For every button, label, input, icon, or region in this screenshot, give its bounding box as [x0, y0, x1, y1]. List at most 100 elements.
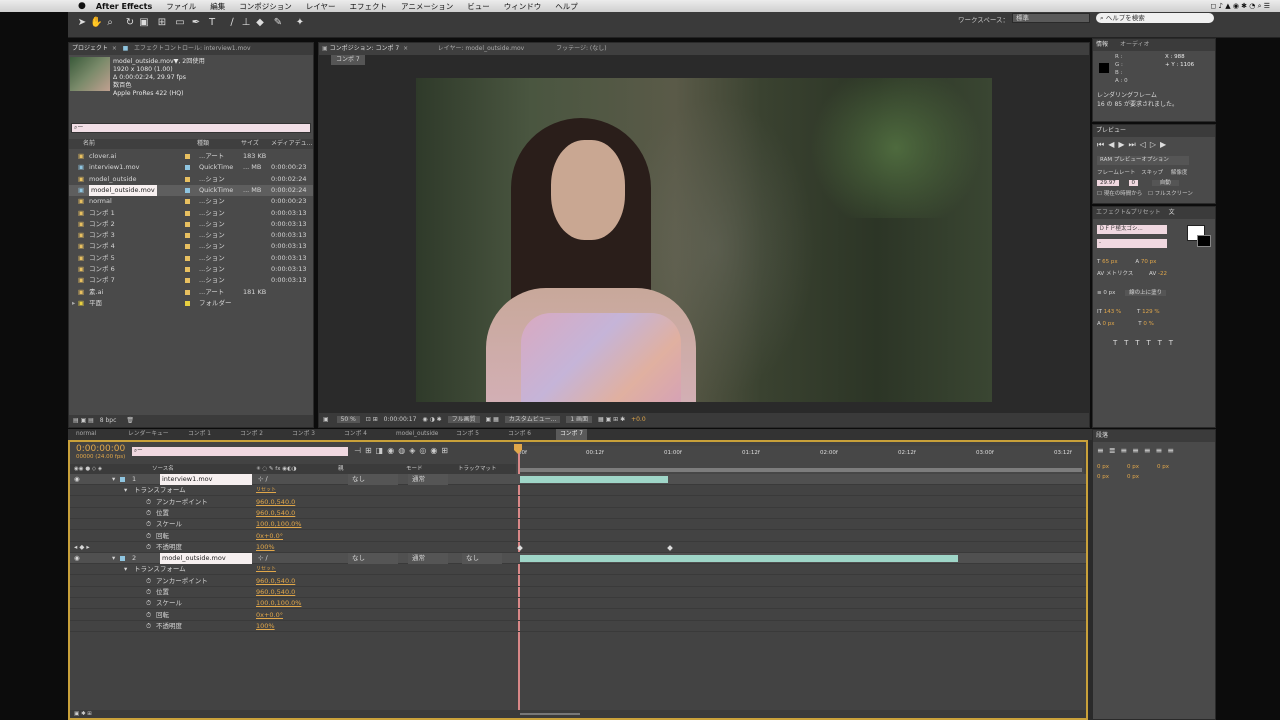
stopwatch-icon[interactable]: ⏱: [146, 542, 151, 553]
view-select[interactable]: カスタムビュー...: [504, 416, 561, 423]
label-color-swatch[interactable]: [185, 244, 190, 250]
menu-animation[interactable]: アニメーション: [401, 1, 453, 12]
layer-trackmatte[interactable]: なし: [462, 553, 502, 565]
project-item[interactable]: ▣ コンポ 7 ...ション 0:00:03:13: [69, 275, 313, 286]
indent-left[interactable]: 0 px: [1097, 464, 1109, 470]
from-current-checkbox[interactable]: ☐: [1097, 191, 1104, 197]
menu-file[interactable]: ファイル: [166, 1, 196, 12]
property-value[interactable]: 960.0,540.0: [256, 508, 295, 519]
baseline-shift[interactable]: 0 px: [1103, 321, 1115, 327]
label-color-swatch[interactable]: [185, 154, 190, 159]
property-value[interactable]: 0x+0.0°: [256, 610, 283, 621]
transform-reset[interactable]: リセット: [256, 564, 276, 575]
timeline-tab[interactable]: コンポ 2: [236, 429, 267, 440]
stopwatch-icon[interactable]: ⏱: [146, 587, 151, 598]
property-value[interactable]: 960.0,540.0: [256, 497, 295, 508]
skip-field[interactable]: 0: [1128, 180, 1138, 186]
footer-icons[interactable]: ▣ ✱ ⊞: [74, 711, 92, 717]
layer-row[interactable]: ◉ ▾ 1 interview1.mov ⊹ ∕ なし 通常: [70, 474, 1086, 485]
project-item[interactable]: ▣ 素.ai ...アート 181 KB: [69, 287, 313, 298]
menu-view[interactable]: ビュー: [467, 1, 490, 12]
trash-icon[interactable]: ▤ ▣ ▤: [73, 417, 94, 424]
stopwatch-icon[interactable]: ⏱: [146, 531, 151, 542]
type-tool-icon[interactable]: T: [206, 17, 218, 29]
transform-reset[interactable]: リセット: [256, 485, 276, 496]
safe-areas-icon[interactable]: ⊡ ⊞: [366, 416, 378, 423]
indent-first[interactable]: 0 px: [1157, 464, 1169, 470]
property-value[interactable]: 100.0,100.0%: [256, 519, 301, 530]
exposure-value[interactable]: +0.0: [631, 416, 646, 423]
label-color-swatch[interactable]: [185, 278, 190, 284]
timeline-tab[interactable]: レンダーキュー: [124, 429, 173, 440]
property-value[interactable]: 0x+0.0°: [256, 531, 283, 542]
col-size[interactable]: サイズ: [241, 139, 259, 149]
property-value[interactable]: 960.0,540.0: [256, 576, 295, 587]
timeline-tab[interactable]: コンポ 4: [340, 429, 371, 440]
layer-bar[interactable]: [520, 555, 958, 563]
keyframe-nav[interactable]: ◂ ◆ ▸: [74, 542, 90, 553]
fps-field[interactable]: 29.97: [1097, 180, 1119, 186]
timeline-timecode[interactable]: 0:00:00:00: [76, 444, 125, 454]
keyframe-icon[interactable]: [517, 544, 523, 551]
layer-label-swatch[interactable]: [120, 477, 125, 482]
tab-paragraph[interactable]: 段落: [1096, 432, 1108, 439]
col-name[interactable]: 名前: [83, 139, 95, 149]
stopwatch-icon[interactable]: ⏱: [146, 576, 151, 587]
project-item[interactable]: ▣ コンポ 4 ...ション 0:00:03:13: [69, 241, 313, 252]
layer-name[interactable]: model_outside.mov: [160, 553, 252, 565]
timeline-tab[interactable]: コンポ 5: [452, 429, 483, 440]
puppet-tool-icon[interactable]: ✦: [294, 17, 306, 29]
property-value[interactable]: 960.0,540.0: [256, 587, 295, 598]
bpc-label[interactable]: 8 bpc: [100, 417, 117, 424]
timeline-tab[interactable]: model_outside: [392, 429, 442, 440]
layer-twirl-icon[interactable]: ▾: [112, 553, 115, 564]
resolution-select[interactable]: フル画質: [447, 416, 480, 423]
project-item[interactable]: ▣ コンポ 2 ...ション 0:00:03:13: [69, 219, 313, 230]
help-search-field[interactable]: ⌕ ヘルプを検索: [1096, 13, 1214, 23]
current-time[interactable]: 0:00:00:17: [384, 416, 417, 423]
close-icon[interactable]: ×: [110, 45, 121, 52]
twirl-icon[interactable]: ▾: [124, 564, 127, 575]
layer-parent[interactable]: なし: [348, 474, 398, 485]
kerning[interactable]: メトリクス: [1106, 271, 1133, 277]
screens-select[interactable]: 1 画面: [566, 416, 593, 423]
layer-bar[interactable]: [520, 476, 668, 483]
viewer-icons[interactable]: ▣: [323, 416, 329, 423]
vertical-scale[interactable]: 143 %: [1104, 309, 1121, 315]
layer-mode[interactable]: 通常: [408, 553, 448, 565]
pan-behind-tool-icon[interactable]: ⊞: [156, 17, 168, 29]
layer-parent[interactable]: なし: [348, 553, 398, 565]
camera-tool-icon[interactable]: ▣: [138, 17, 150, 29]
comp-subtab[interactable]: コンポ 7: [331, 55, 365, 65]
label-color-swatch[interactable]: [185, 300, 190, 306]
timeline-tab[interactable]: コンポ 7: [556, 429, 587, 440]
layer-name[interactable]: interview1.mov: [160, 474, 252, 485]
stroke-mode[interactable]: 線の上に塗り: [1125, 290, 1167, 296]
project-item[interactable]: ▣ clover.ai ...アート 183 KB: [69, 151, 313, 162]
project-item[interactable]: ▣ コンポ 1 ...ション 0:00:03:13: [69, 208, 313, 219]
roi-icon[interactable]: ▣ ▦: [486, 416, 499, 423]
project-item[interactable]: ▣ model_outside.mov QuickTime ... MB 0:00:02…: [69, 184, 313, 196]
project-item[interactable]: ▣ model_outside ...ション 0:00:02:24: [69, 174, 313, 185]
rotate-tool-icon[interactable]: ↻: [124, 17, 136, 29]
label-color-swatch[interactable]: [185, 165, 190, 171]
menu-effect[interactable]: エフェクト: [350, 1, 388, 12]
label-color-swatch[interactable]: [185, 176, 190, 182]
twirl-icon[interactable]: ▾: [124, 485, 127, 496]
stopwatch-icon[interactable]: ⏱: [146, 519, 151, 530]
stroke-color[interactable]: [1197, 235, 1211, 247]
property-value[interactable]: 100.0,100.0%: [256, 598, 301, 609]
col-mode[interactable]: モード: [406, 464, 423, 474]
tsume[interactable]: 0 %: [1143, 321, 1153, 327]
label-color-swatch[interactable]: [185, 199, 190, 205]
layer-row[interactable]: ◉ ▾ 2 model_outside.mov ⊹ ∕ なし 通常 なし: [70, 553, 1086, 565]
project-item[interactable]: ▣ コンポ 3 ...ション 0:00:03:13: [69, 230, 313, 241]
menu-composition[interactable]: コンポジション: [239, 1, 292, 12]
tab-layer[interactable]: レイヤー: model_outside.mov: [438, 45, 525, 52]
col-type[interactable]: 種類: [197, 139, 209, 149]
label-color-swatch[interactable]: [185, 210, 190, 216]
label-color-swatch[interactable]: [185, 289, 190, 295]
lock-icon[interactable]: ▣: [322, 45, 330, 52]
workspace-select[interactable]: 標準: [1012, 13, 1090, 23]
stopwatch-icon[interactable]: ⏱: [146, 610, 151, 621]
